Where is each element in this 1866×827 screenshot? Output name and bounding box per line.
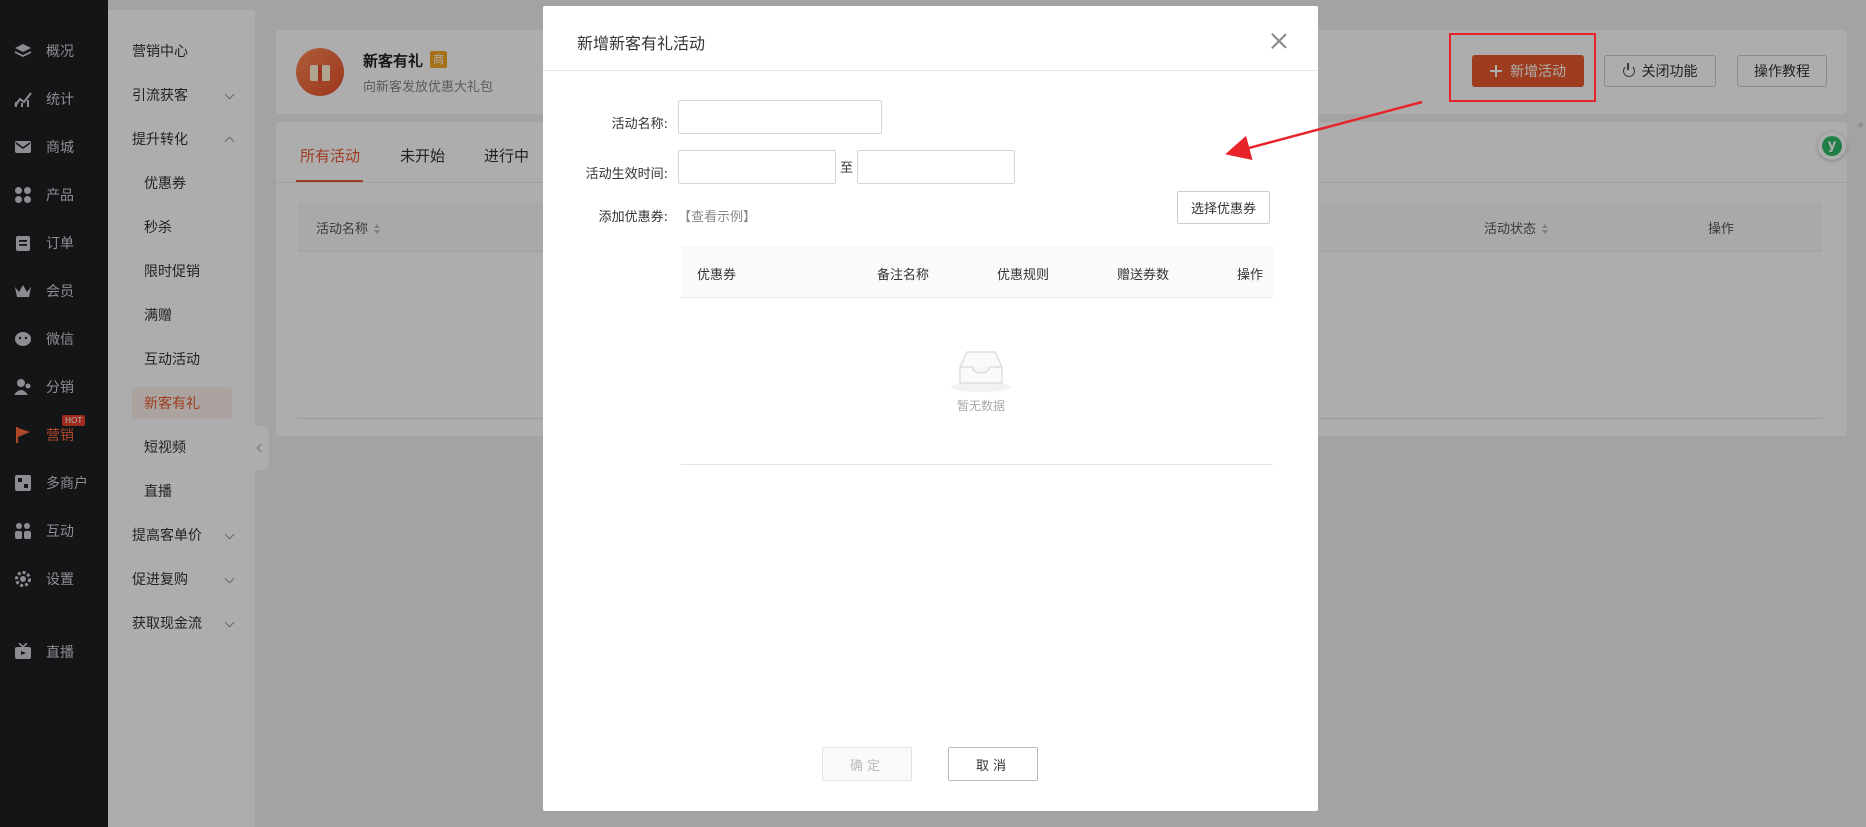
annotation-arrow-icon [1225, 100, 1423, 160]
